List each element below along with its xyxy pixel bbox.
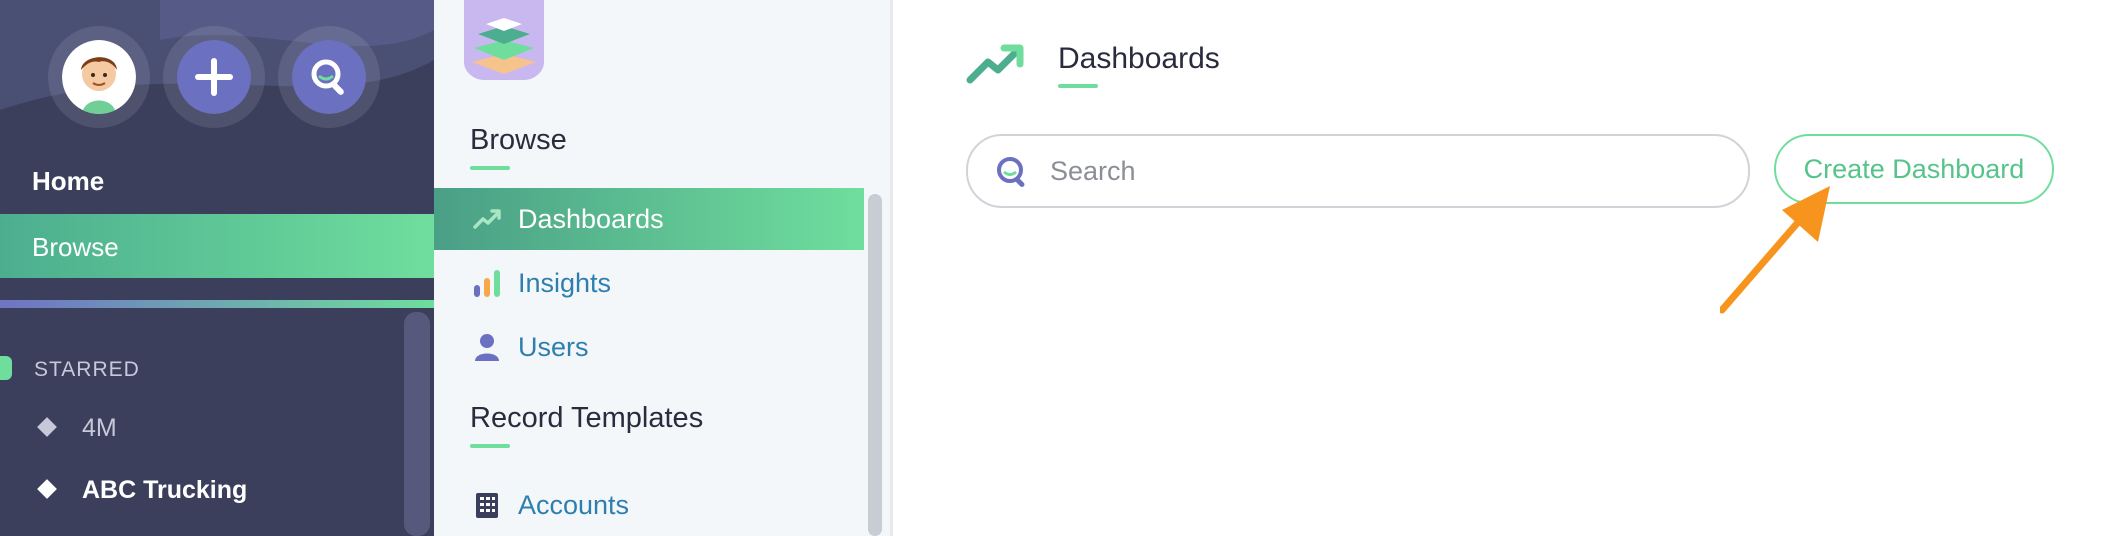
- nav-divider: [0, 300, 434, 308]
- annotation-arrow-icon: [1720, 186, 1830, 314]
- trend-up-icon: [966, 44, 1024, 84]
- search-bar[interactable]: [966, 134, 1750, 208]
- record-templates-section-title: Record Templates: [470, 402, 704, 434]
- avatar-button[interactable]: [48, 26, 150, 128]
- starred-section-label: STARRED: [34, 358, 140, 381]
- template-item-accounts[interactable]: Accounts: [434, 474, 864, 536]
- plus-icon: [177, 40, 251, 114]
- starred-item-label: ABC Trucking: [82, 476, 248, 504]
- browse-item-insights[interactable]: Insights: [434, 252, 864, 314]
- diamond-icon: [37, 417, 57, 438]
- browse-item-users[interactable]: Users: [434, 316, 864, 378]
- template-item-label: Accounts: [518, 490, 630, 520]
- starred-indicator: [0, 356, 12, 380]
- avatar: [62, 40, 136, 114]
- nav-top-icons: [48, 26, 388, 128]
- add-button[interactable]: [163, 26, 265, 128]
- app-logo-icon: [464, 0, 544, 80]
- starred-item[interactable]: 4M: [37, 414, 117, 443]
- browse-item-label: Dashboards: [518, 204, 664, 234]
- nav-item-browse-label: Browse: [32, 232, 119, 262]
- browse-section-underline: [470, 166, 510, 170]
- browse-panel: Browse Dashboards Insights Users Record …: [434, 0, 890, 536]
- starred-item[interactable]: ABC Trucking: [37, 476, 248, 505]
- panel-divider: [890, 0, 893, 536]
- browse-panel-scrollbar[interactable]: [868, 194, 882, 536]
- starred-item-label: 4M: [82, 414, 117, 442]
- left-nav-scrollbar[interactable]: [404, 312, 430, 536]
- nav-item-browse[interactable]: Browse: [0, 214, 434, 278]
- record-templates-section-underline: [470, 444, 510, 448]
- search-input[interactable]: [1048, 148, 1712, 194]
- building-icon: [476, 493, 498, 518]
- browse-item-label: Users: [518, 332, 589, 362]
- browse-section-title: Browse: [470, 124, 567, 156]
- left-navigation: Home Browse STARRED 4M ABC Trucking: [0, 0, 434, 536]
- browse-item-dashboards[interactable]: Dashboards: [434, 188, 864, 250]
- search-icon: [997, 157, 1025, 187]
- page-title: Dashboards: [1058, 42, 1220, 75]
- bar-chart-icon: [474, 270, 500, 297]
- user-icon: [475, 334, 499, 361]
- page-title-underline: [1058, 84, 1098, 88]
- nav-item-home[interactable]: Home: [32, 166, 104, 197]
- trend-up-icon: [473, 209, 501, 229]
- search-button[interactable]: [278, 26, 380, 128]
- diamond-icon: [37, 479, 57, 500]
- search-icon: [292, 40, 366, 114]
- browse-item-label: Insights: [518, 268, 612, 298]
